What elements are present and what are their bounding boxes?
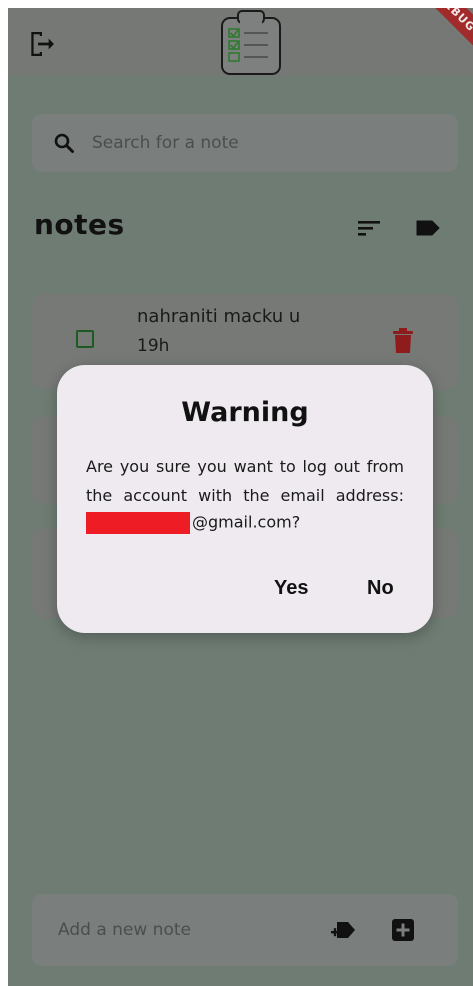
debug-banner: DEBUG: [416, 8, 473, 53]
note-checkbox[interactable]: [76, 330, 94, 348]
add-note-input[interactable]: Add a new note: [58, 894, 191, 966]
dialog-email-line: @gmail.com?: [86, 512, 404, 534]
app-screen: DEBUG Search for a note notes nahraniti …: [8, 8, 473, 986]
search-bar[interactable]: Search for a note: [32, 114, 458, 172]
add-note-bar[interactable]: Add a new note: [32, 894, 458, 966]
trash-icon[interactable]: [392, 328, 414, 354]
redacted-email-username: [86, 512, 190, 534]
logout-warning-dialog: Warning Are you sure you want to log out…: [57, 365, 433, 633]
email-suffix: @gmail.com?: [192, 512, 301, 532]
no-button[interactable]: No: [367, 577, 394, 600]
dialog-message-line2: the account with the email address:: [86, 486, 404, 505]
add-tag-icon[interactable]: [330, 918, 358, 942]
app-bar: DEBUG: [8, 8, 473, 76]
dialog-title: Warning: [181, 397, 309, 428]
sort-icon[interactable]: [356, 216, 384, 240]
clipboard-checklist-icon: [221, 10, 281, 75]
dialog-message-line1: Are you sure you want to log out from: [86, 457, 404, 476]
search-icon: [54, 133, 74, 153]
logout-icon[interactable]: [26, 28, 58, 60]
page-title: notes: [34, 208, 125, 241]
search-input[interactable]: Search for a note: [92, 114, 239, 172]
note-time: 19h: [137, 336, 170, 356]
yes-button[interactable]: Yes: [274, 577, 308, 600]
add-box-icon[interactable]: [390, 917, 416, 943]
note-title: nahraniti macku u: [137, 306, 301, 327]
label-icon[interactable]: [414, 216, 442, 240]
